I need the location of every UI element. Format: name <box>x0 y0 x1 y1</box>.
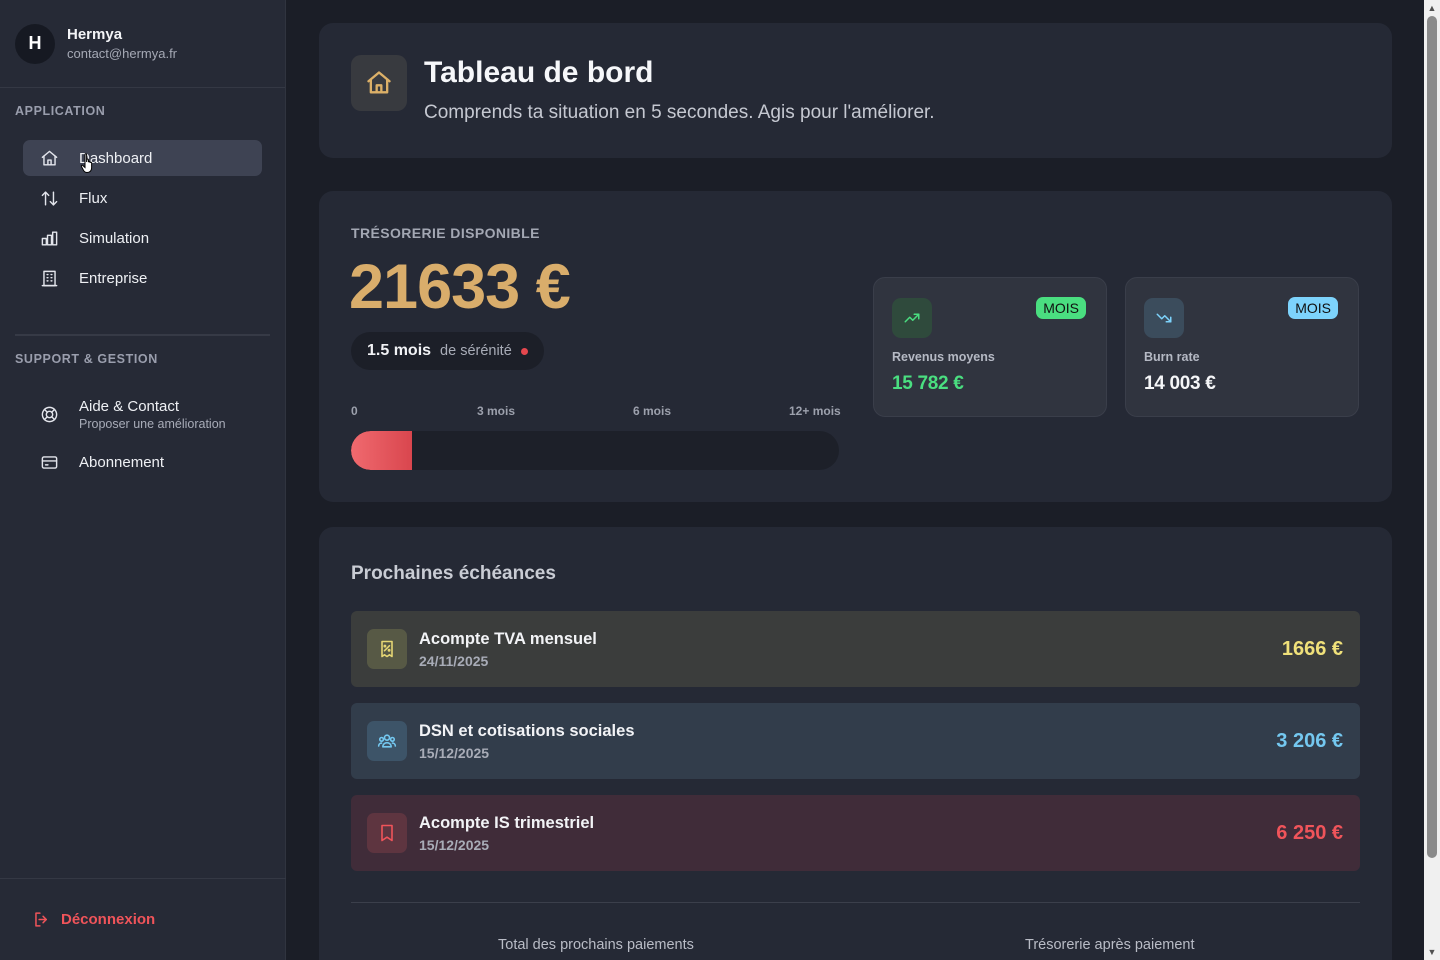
bar-chart-icon <box>39 228 59 248</box>
status-dot <box>520 347 528 355</box>
user-name: Hermya <box>67 26 123 43</box>
sidebar-item-label: Simulation <box>79 229 150 247</box>
payment-row-dsn[interactable]: DSN et cotisations sociales 15/12/2025 3… <box>351 703 1360 779</box>
trending-up-icon <box>892 298 932 338</box>
serenity-badge: 1.5 mois de sérénité <box>351 332 544 370</box>
stat-value: 14 003 € <box>1144 373 1216 394</box>
stat-value: 15 782 € <box>892 373 964 394</box>
sidebar-item-label: Flux <box>79 189 108 207</box>
payment-date: 15/12/2025 <box>419 744 490 761</box>
sidebar-item-flux[interactable]: Flux <box>23 180 262 216</box>
stat-card-burn-rate: MOIS Burn rate 14 003 € <box>1125 277 1359 417</box>
logout-button[interactable]: Déconnexion <box>0 878 286 960</box>
scale-label: 12+ mois <box>789 404 841 418</box>
home-icon <box>351 55 407 111</box>
serenity-months: 1.5 mois <box>367 342 432 359</box>
hand-cursor-icon <box>80 153 93 173</box>
lifebuoy-icon <box>39 404 59 424</box>
period-badge: MOIS <box>1288 297 1338 319</box>
sidebar: H Hermya contact@hermya.fr APPLICATION D… <box>0 0 286 960</box>
sidebar-item-sublabel: Proposer une amélioration <box>79 416 226 431</box>
stat-card-revenus: MOIS Revenus moyens 15 782 € <box>873 277 1107 417</box>
sidebar-item-label: Entreprise <box>79 269 148 287</box>
scrollbar-thumb[interactable] <box>1427 16 1437 858</box>
sidebar-item-dashboard[interactable]: Dashboard <box>23 140 262 176</box>
scale-label: 0 <box>351 404 358 418</box>
upcoming-payments-card: Prochaines échéances Acompte TVA mensuel… <box>319 527 1392 960</box>
treasury-value: 21633 € <box>349 252 571 322</box>
section-title: Prochaines échéances <box>351 563 556 584</box>
scroll-down-icon[interactable]: ▼ <box>1424 944 1440 960</box>
payment-row-tva[interactable]: Acompte TVA mensuel 24/11/2025 1666 € <box>351 611 1360 687</box>
serenity-progress-bar <box>351 431 839 470</box>
sidebar-divider <box>15 334 270 336</box>
user-profile[interactable]: H Hermya contact@hermya.fr <box>0 0 285 88</box>
payment-amount: 1666 € <box>1281 637 1343 660</box>
logout-icon <box>35 912 48 927</box>
treasury-after-label: Trésorerie après paiement <box>1025 937 1195 953</box>
page-header: Tableau de bord Comprends ta situation e… <box>319 23 1392 158</box>
user-email: contact@hermya.fr <box>67 46 178 61</box>
section-label-application: APPLICATION <box>15 104 106 118</box>
trending-down-icon <box>1144 298 1184 338</box>
divider <box>351 902 1360 903</box>
treasury-card: TRÉSORERIE DISPONIBLE 21633 € 1.5 mois d… <box>319 191 1392 502</box>
serenity-label: de sérénité <box>440 343 512 359</box>
scroll-up-icon[interactable]: ▲ <box>1424 0 1440 16</box>
total-payments-label: Total des prochains paiements <box>498 937 694 953</box>
period-badge: MOIS <box>1036 297 1086 319</box>
receipt-percent-icon <box>367 629 407 669</box>
sidebar-item-entreprise[interactable]: Entreprise <box>23 260 262 296</box>
avatar: H <box>15 23 55 64</box>
payment-date: 15/12/2025 <box>419 836 490 853</box>
payment-row-is[interactable]: Acompte IS trimestriel 15/12/2025 6 250 … <box>351 795 1360 871</box>
section-label-support: SUPPORT & GESTION <box>15 352 158 366</box>
payment-name: Acompte TVA mensuel <box>419 629 597 648</box>
users-icon <box>367 721 407 761</box>
scale-label: 3 mois <box>477 404 516 418</box>
sidebar-item-abonnement[interactable]: Abonnement <box>23 444 262 480</box>
sidebar-item-label: Aide & Contact <box>79 397 180 415</box>
building-icon <box>39 268 59 288</box>
payment-date: 24/11/2025 <box>419 652 489 669</box>
credit-card-icon <box>39 452 59 472</box>
stat-label: Revenus moyens <box>892 350 995 364</box>
payment-amount: 6 250 € <box>1276 821 1343 844</box>
payment-name: DSN et cotisations sociales <box>419 721 635 740</box>
sidebar-item-aide-contact[interactable]: Aide & Contact Proposer une amélioration <box>23 393 262 435</box>
treasury-label: TRÉSORERIE DISPONIBLE <box>351 225 540 241</box>
home-icon <box>39 148 59 168</box>
bookmark-icon <box>367 813 407 853</box>
serenity-progress-fill <box>351 431 412 470</box>
arrows-up-down-icon <box>39 188 59 208</box>
sidebar-item-simulation[interactable]: Simulation <box>23 220 262 256</box>
payment-name: Acompte IS trimestriel <box>419 813 595 832</box>
sidebar-item-label: Abonnement <box>79 453 165 471</box>
logout-label: Déconnexion <box>61 911 156 928</box>
stat-label: Burn rate <box>1144 350 1200 364</box>
payment-amount: 3 206 € <box>1276 729 1343 752</box>
page-subtitle: Comprends ta situation en 5 secondes. Ag… <box>424 102 935 123</box>
page-title: Tableau de bord <box>424 56 654 89</box>
scale-label: 6 mois <box>633 404 672 418</box>
scrollbar[interactable]: ▲ ▼ <box>1424 0 1440 960</box>
